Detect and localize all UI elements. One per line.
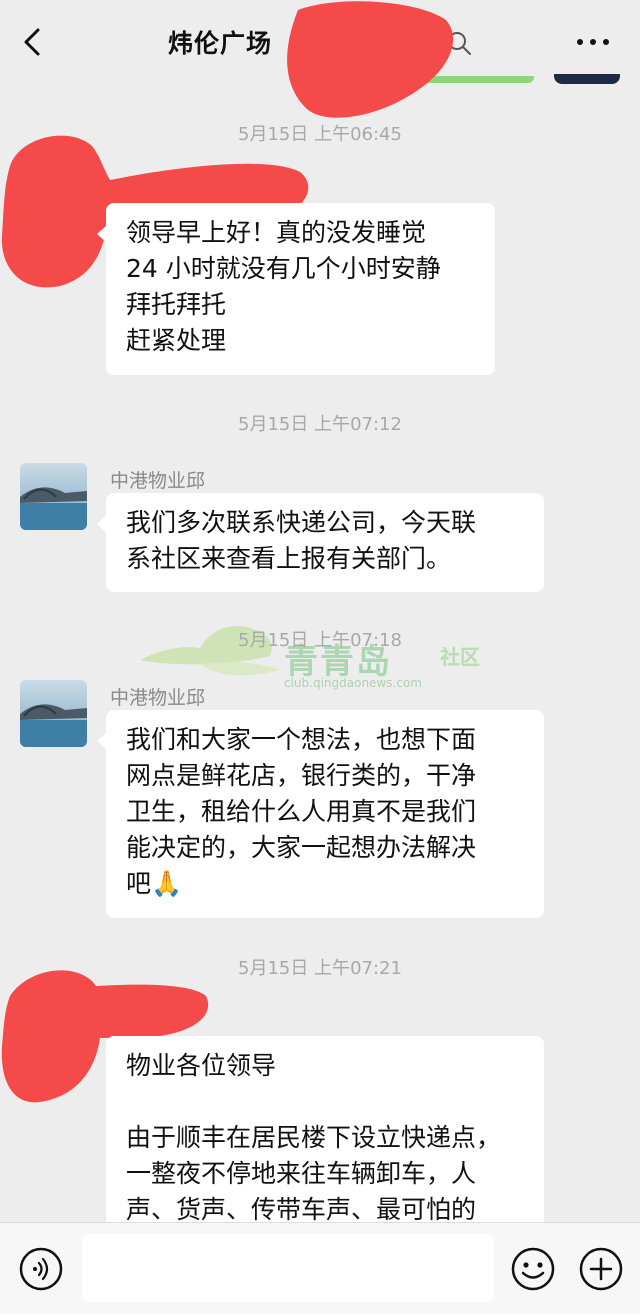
message-timestamp: 5月15日 上午07:18 — [238, 630, 402, 651]
message-bubble: 物业各位领导 由于顺丰在居民楼下设立快递点， 一整夜不停地来往车辆卸车，人 声、… — [106, 1036, 544, 1222]
message-input[interactable] — [82, 1234, 494, 1302]
message-bubble: 领导早上好！真的没发睡觉 24 小时就没有几个小时安静 拜托拜托 赶紧处理 — [97, 203, 495, 375]
message-bubble: 我们和大家一个想法，也想下面 网点是鲜花店，银行类的，干净 卫生，租给什么人用真… — [97, 710, 544, 918]
header-strip-dark — [554, 74, 620, 84]
sender-name: 中港物业邱 — [110, 687, 206, 709]
more-icon[interactable] — [570, 24, 616, 60]
voice-icon[interactable] — [18, 1246, 64, 1292]
message-timestamp: 5月15日 上午07:12 — [238, 414, 402, 435]
back-icon[interactable] — [14, 22, 54, 62]
redaction-scribble-title — [287, 1, 454, 118]
plus-icon[interactable] — [578, 1246, 624, 1292]
avatar[interactable] — [20, 463, 87, 530]
sender-name: 中港物业邱 — [110, 470, 206, 492]
watermark-url: club.qingdaonews.com — [284, 676, 422, 690]
emoji-icon[interactable] — [510, 1246, 556, 1292]
chat-title: 炜伦广场 — [168, 29, 273, 58]
message-bubble: 我们多次联系快递公司，今天联 系社区来查看上报有关部门。 — [97, 493, 544, 592]
avatar[interactable] — [20, 680, 87, 747]
